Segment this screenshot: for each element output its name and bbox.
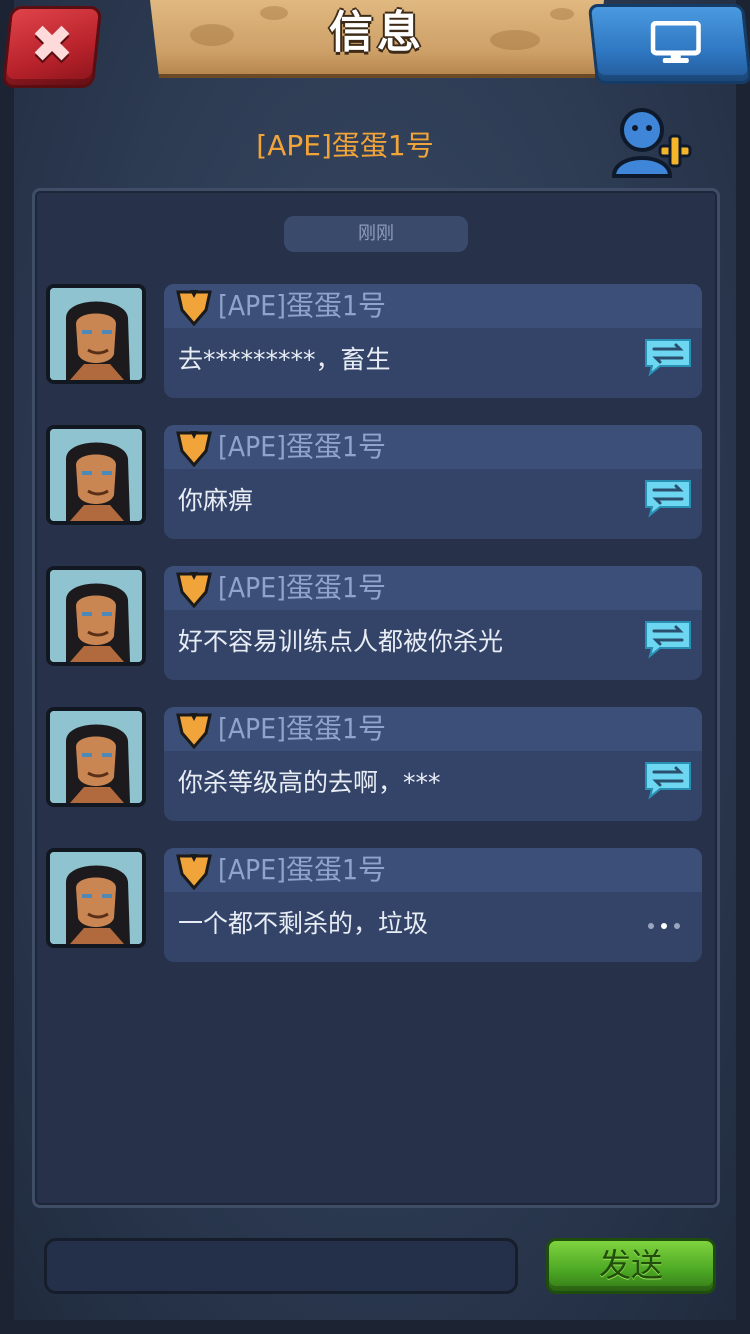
send-button-label: 发送	[598, 1246, 663, 1284]
message-bubble[interactable]: [APE]蛋蛋1号 去*********，畜生	[164, 284, 702, 398]
avatar[interactable]	[46, 425, 146, 525]
send-button[interactable]: 发送	[546, 1238, 716, 1294]
avatar[interactable]	[46, 566, 146, 666]
message-row: [APE]蛋蛋1号 你杀等级高的去啊，***	[46, 707, 706, 825]
message-input[interactable]	[44, 1238, 518, 1294]
rank-badge-icon	[176, 290, 212, 326]
message-row: [APE]蛋蛋1号 一个都不剩杀的，垃圾	[46, 848, 706, 966]
translate-icon[interactable]	[642, 759, 694, 801]
avatar-portrait	[50, 852, 142, 944]
avatar[interactable]	[46, 848, 146, 948]
message-bubble[interactable]: [APE]蛋蛋1号 好不容易训练点人都被你杀光	[164, 566, 702, 680]
message-sender: [APE]蛋蛋1号	[218, 571, 387, 604]
rank-badge-icon	[176, 713, 212, 749]
message-text: 一个都不剩杀的，垃圾	[178, 909, 429, 938]
add-friend-icon[interactable]	[608, 104, 694, 180]
monitor-button[interactable]	[587, 4, 750, 84]
message-text: 你杀等级高的去啊，***	[178, 768, 441, 797]
avatar-portrait	[50, 429, 142, 521]
avatar-portrait	[50, 570, 142, 662]
message-text: 你麻痹	[178, 486, 254, 515]
translate-icon[interactable]	[642, 336, 694, 378]
avatar[interactable]	[46, 284, 146, 384]
message-sender: [APE]蛋蛋1号	[218, 289, 387, 322]
close-icon: ✖	[30, 15, 74, 75]
time-divider: 刚刚	[284, 216, 468, 252]
message-bubble[interactable]: [APE]蛋蛋1号 你杀等级高的去啊，***	[164, 707, 702, 821]
chat-contact-name: [APE]蛋蛋1号	[256, 129, 434, 162]
message-bubble[interactable]: [APE]蛋蛋1号 一个都不剩杀的，垃圾	[164, 848, 702, 962]
close-button[interactable]: ✖	[1, 6, 103, 88]
message-text: 去*********，畜生	[178, 345, 391, 374]
rank-badge-icon	[176, 431, 212, 467]
avatar-portrait	[50, 711, 142, 803]
message-sender: [APE]蛋蛋1号	[218, 853, 387, 886]
message-row: [APE]蛋蛋1号 你麻痹	[46, 425, 706, 543]
message-row: [APE]蛋蛋1号 好不容易训练点人都被你杀光	[46, 566, 706, 684]
translate-icon[interactable]	[642, 477, 694, 519]
message-bubble[interactable]: [APE]蛋蛋1号 你麻痹	[164, 425, 702, 539]
avatar-portrait	[50, 288, 142, 380]
message-text: 好不容易训练点人都被你杀光	[178, 627, 504, 656]
rank-badge-icon	[176, 572, 212, 608]
rank-badge-icon	[176, 854, 212, 890]
avatar[interactable]	[46, 707, 146, 807]
monitor-icon	[650, 21, 701, 63]
translate-icon[interactable]	[642, 618, 694, 660]
page-title: 信息	[329, 7, 425, 58]
more-options-icon[interactable]	[648, 914, 688, 929]
message-sender: [APE]蛋蛋1号	[218, 712, 387, 745]
message-sender: [APE]蛋蛋1号	[218, 430, 387, 463]
message-row: [APE]蛋蛋1号 去*********，畜生	[46, 284, 706, 402]
